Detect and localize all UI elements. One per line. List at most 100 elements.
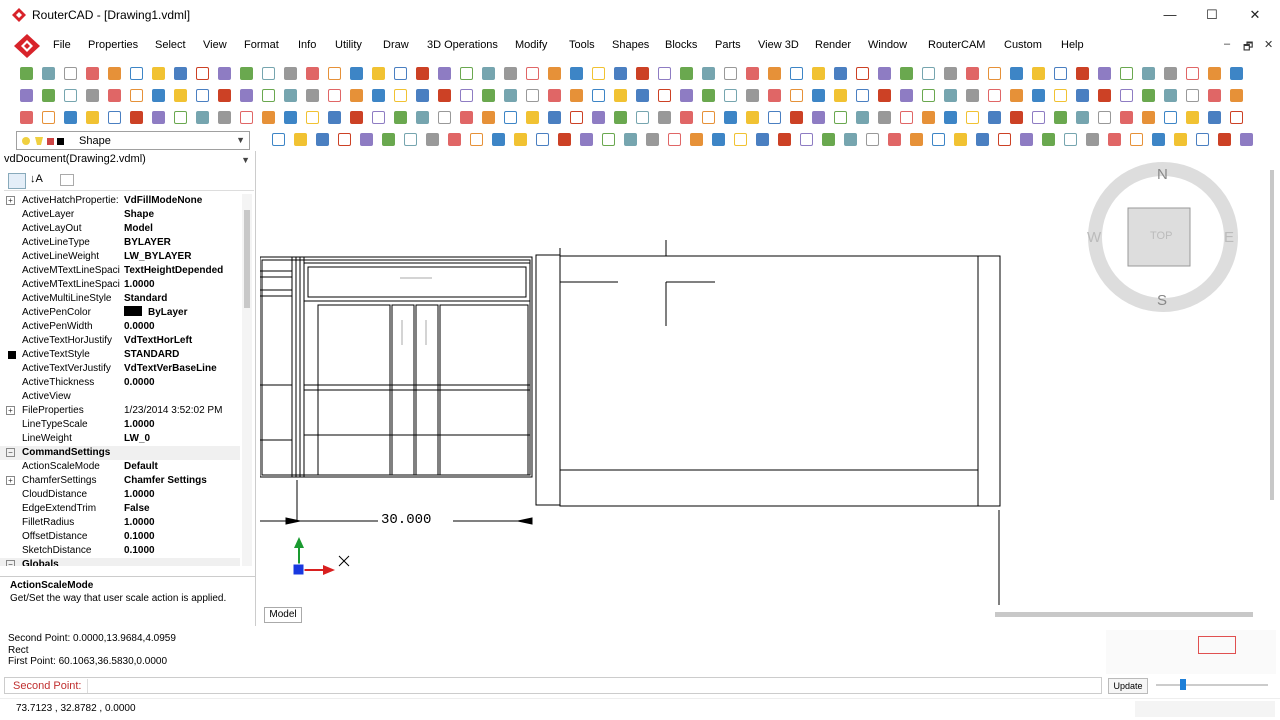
toolbar-tool-icon[interactable] bbox=[284, 111, 297, 124]
menu-draw[interactable]: Draw bbox=[383, 39, 409, 51]
toolbar-tool-icon[interactable] bbox=[790, 89, 803, 102]
toolbar-tool-icon[interactable] bbox=[416, 111, 429, 124]
property-value[interactable]: ByLayer bbox=[148, 307, 187, 318]
property-value[interactable]: VdTextVerBaseLine bbox=[124, 362, 240, 376]
toolbar-tool-icon[interactable] bbox=[1086, 133, 1099, 146]
menu-view[interactable]: View bbox=[203, 39, 227, 51]
toolbar-tool-icon[interactable] bbox=[658, 89, 671, 102]
toolbar-tool-icon[interactable] bbox=[1098, 111, 1111, 124]
toolbar-tool-icon[interactable] bbox=[570, 67, 583, 80]
toolbar-tool-icon[interactable] bbox=[570, 111, 583, 124]
toolbar-tool-icon[interactable] bbox=[680, 89, 693, 102]
property-row[interactable]: ActiveMultiLineStyle Standard bbox=[0, 292, 240, 306]
toolbar-tool-icon[interactable] bbox=[768, 67, 781, 80]
toolbar-tool-icon[interactable] bbox=[1032, 67, 1045, 80]
toolbar-tool-icon[interactable] bbox=[20, 111, 33, 124]
toolbar-tool-icon[interactable] bbox=[668, 133, 681, 146]
toolbar-tool-icon[interactable] bbox=[1208, 111, 1221, 124]
toolbar-tool-icon[interactable] bbox=[360, 133, 373, 146]
property-row[interactable]: ActiveTextVerJustify VdTextVerBaseLine bbox=[0, 362, 240, 376]
property-row[interactable]: + FileProperties 1/23/2014 3:52:02 PM bbox=[0, 404, 240, 418]
toolbar-tool-icon[interactable] bbox=[108, 67, 121, 80]
property-value[interactable]: Model bbox=[124, 222, 240, 236]
toolbar-tool-icon[interactable] bbox=[460, 111, 473, 124]
toolbar-tool-icon[interactable] bbox=[724, 67, 737, 80]
toolbar-tool-icon[interactable] bbox=[152, 67, 165, 80]
toolbar-tool-icon[interactable] bbox=[20, 89, 33, 102]
property-row[interactable]: LineTypeScale 1.0000 bbox=[0, 418, 240, 432]
property-value[interactable]: 0.1000 bbox=[124, 544, 240, 558]
toolbar-tool-icon[interactable] bbox=[988, 111, 1001, 124]
menu-help[interactable]: Help bbox=[1061, 39, 1084, 51]
property-row[interactable]: ActionScaleMode Default bbox=[0, 460, 240, 474]
toolbar-tool-icon[interactable] bbox=[900, 111, 913, 124]
property-value[interactable]: TextHeightDepended bbox=[124, 264, 240, 278]
compass-north[interactable]: N bbox=[1157, 166, 1168, 183]
toolbar-tool-icon[interactable] bbox=[438, 111, 451, 124]
mdi-minimize-button[interactable]: – bbox=[1224, 38, 1230, 50]
toolbar-tool-icon[interactable] bbox=[262, 89, 275, 102]
toolbar-tool-icon[interactable] bbox=[372, 111, 385, 124]
toolbar-tool-icon[interactable] bbox=[746, 89, 759, 102]
toolbar-tool-icon[interactable] bbox=[734, 133, 747, 146]
toolbar-tool-icon[interactable] bbox=[218, 111, 231, 124]
toolbar-tool-icon[interactable] bbox=[1196, 133, 1209, 146]
menu-shapes[interactable]: Shapes bbox=[612, 39, 649, 51]
toolbar-tool-icon[interactable] bbox=[712, 133, 725, 146]
menu-info[interactable]: Info bbox=[298, 39, 316, 51]
toolbar-tool-icon[interactable] bbox=[1120, 89, 1133, 102]
toolbar-tool-icon[interactable] bbox=[372, 67, 385, 80]
toolbar-tool-icon[interactable] bbox=[218, 67, 231, 80]
toolbar-tool-icon[interactable] bbox=[558, 133, 571, 146]
compass-west[interactable]: W bbox=[1087, 229, 1101, 246]
toolbar-tool-icon[interactable] bbox=[746, 67, 759, 80]
toolbar-tool-icon[interactable] bbox=[548, 89, 561, 102]
property-row[interactable]: ActiveView bbox=[0, 390, 240, 404]
maximize-button[interactable]: ☐ bbox=[1199, 5, 1225, 25]
compass-east[interactable]: E bbox=[1224, 229, 1234, 246]
toolbar-tool-icon[interactable] bbox=[1164, 111, 1177, 124]
menu-render[interactable]: Render bbox=[815, 39, 851, 51]
categorized-view-icon[interactable] bbox=[8, 173, 26, 189]
property-row[interactable]: EdgeExtendTrim False bbox=[0, 502, 240, 516]
toolbar-tool-icon[interactable] bbox=[42, 67, 55, 80]
canvas-vertical-scrollbar[interactable] bbox=[1266, 150, 1278, 610]
toolbar-tool-icon[interactable] bbox=[130, 67, 143, 80]
toolbar-tool-icon[interactable] bbox=[790, 67, 803, 80]
property-row[interactable]: ActiveMTextLineSpaci 1.0000 bbox=[0, 278, 240, 292]
toolbar-tool-icon[interactable] bbox=[812, 67, 825, 80]
toolbar-tool-icon[interactable] bbox=[1010, 111, 1023, 124]
toolbar-tool-icon[interactable] bbox=[1164, 89, 1177, 102]
toolbar-tool-icon[interactable] bbox=[1098, 89, 1111, 102]
toolbar-tool-icon[interactable] bbox=[756, 133, 769, 146]
slider-knob[interactable] bbox=[1180, 679, 1186, 690]
toolbar-tool-icon[interactable] bbox=[580, 133, 593, 146]
toolbar-tool-icon[interactable] bbox=[646, 133, 659, 146]
toolbar-tool-icon[interactable] bbox=[416, 89, 429, 102]
toolbar-tool-icon[interactable] bbox=[658, 111, 671, 124]
toolbar-tool-icon[interactable] bbox=[998, 133, 1011, 146]
toolbar-tool-icon[interactable] bbox=[1032, 89, 1045, 102]
property-value[interactable]: LW_0 bbox=[124, 432, 240, 446]
toolbar-tool-icon[interactable] bbox=[1032, 111, 1045, 124]
toolbar-tool-icon[interactable] bbox=[130, 111, 143, 124]
property-category[interactable]: − Globals bbox=[0, 558, 240, 566]
toolbar-tool-icon[interactable] bbox=[350, 111, 363, 124]
toolbar-tool-icon[interactable] bbox=[878, 111, 891, 124]
drawing-canvas[interactable]: 30.000 N S E W TOP bbox=[260, 150, 1265, 610]
property-row[interactable]: + ActiveHatchPropertie: VdFillModeNone bbox=[0, 194, 240, 208]
toolbar-tool-icon[interactable] bbox=[174, 67, 187, 80]
toolbar-tool-icon[interactable] bbox=[240, 67, 253, 80]
toolbar-tool-icon[interactable] bbox=[1098, 67, 1111, 80]
property-value[interactable]: False bbox=[124, 502, 240, 516]
property-value[interactable]: 1.0000 bbox=[124, 418, 240, 432]
toolbar-tool-icon[interactable] bbox=[702, 89, 715, 102]
toolbar-tool-icon[interactable] bbox=[768, 89, 781, 102]
property-row[interactable]: ActiveLineWeight LW_BYLAYER bbox=[0, 250, 240, 264]
toolbar-tool-icon[interactable] bbox=[130, 89, 143, 102]
toolbar-tool-icon[interactable] bbox=[746, 111, 759, 124]
toolbar-tool-icon[interactable] bbox=[438, 67, 451, 80]
toolbar-tool-icon[interactable] bbox=[1164, 67, 1177, 80]
property-value[interactable]: Shape bbox=[124, 208, 240, 222]
property-row[interactable]: SketchDistance 0.1000 bbox=[0, 544, 240, 558]
